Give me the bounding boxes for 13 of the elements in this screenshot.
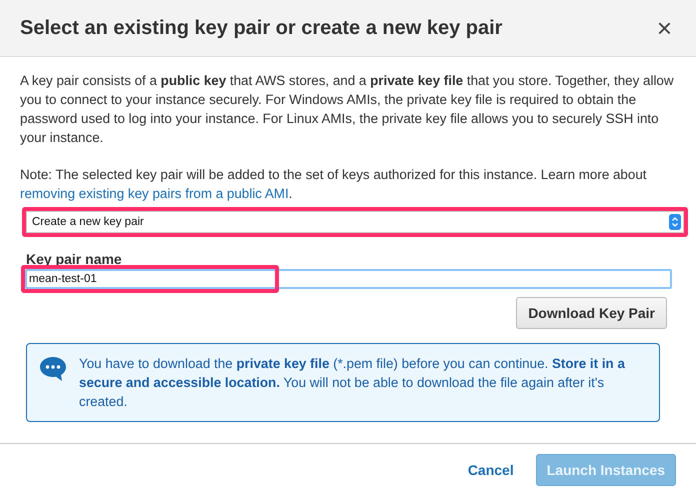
close-button[interactable]: × [656,15,672,41]
key-pair-dropdown[interactable]: Create a new key pair [26,211,684,233]
field-label: Key pair name [26,251,123,267]
help-link[interactable]: removing existing key pairs from a public AMI [20,186,289,201]
chat-bubble-icon [39,356,67,382]
download-button[interactable]: Download Key Pair [516,297,667,329]
key-pair-name-field[interactable]: mean-test-01 [25,269,672,289]
description-text: A key pair consists of a public key that AWS stores, and a private key file that you store. Together, they allow you to connect to your instance securely. For Windows AMIs, the private key file is required to obtain the password used to log into your instance. For Linux AMIs, the private key file allows you to securely SSH into your instance. [20,72,675,147]
dialog-title: Select an existing key pair or create a new key pair [20,16,502,40]
stepper-icon [669,214,681,230]
cancel-button[interactable]: Cancel [462,461,520,479]
note-text: Note: The selected key pair will be added to the set of keys authorized for this instance. Learn more about removing existing key pairs from a public AMI. [20,166,648,203]
info-text: You have to download the private key file (*.pem file) before you can continue. Store it in a secure and accessible location. You will not be able to download the file again after it's created. [79,355,626,411]
